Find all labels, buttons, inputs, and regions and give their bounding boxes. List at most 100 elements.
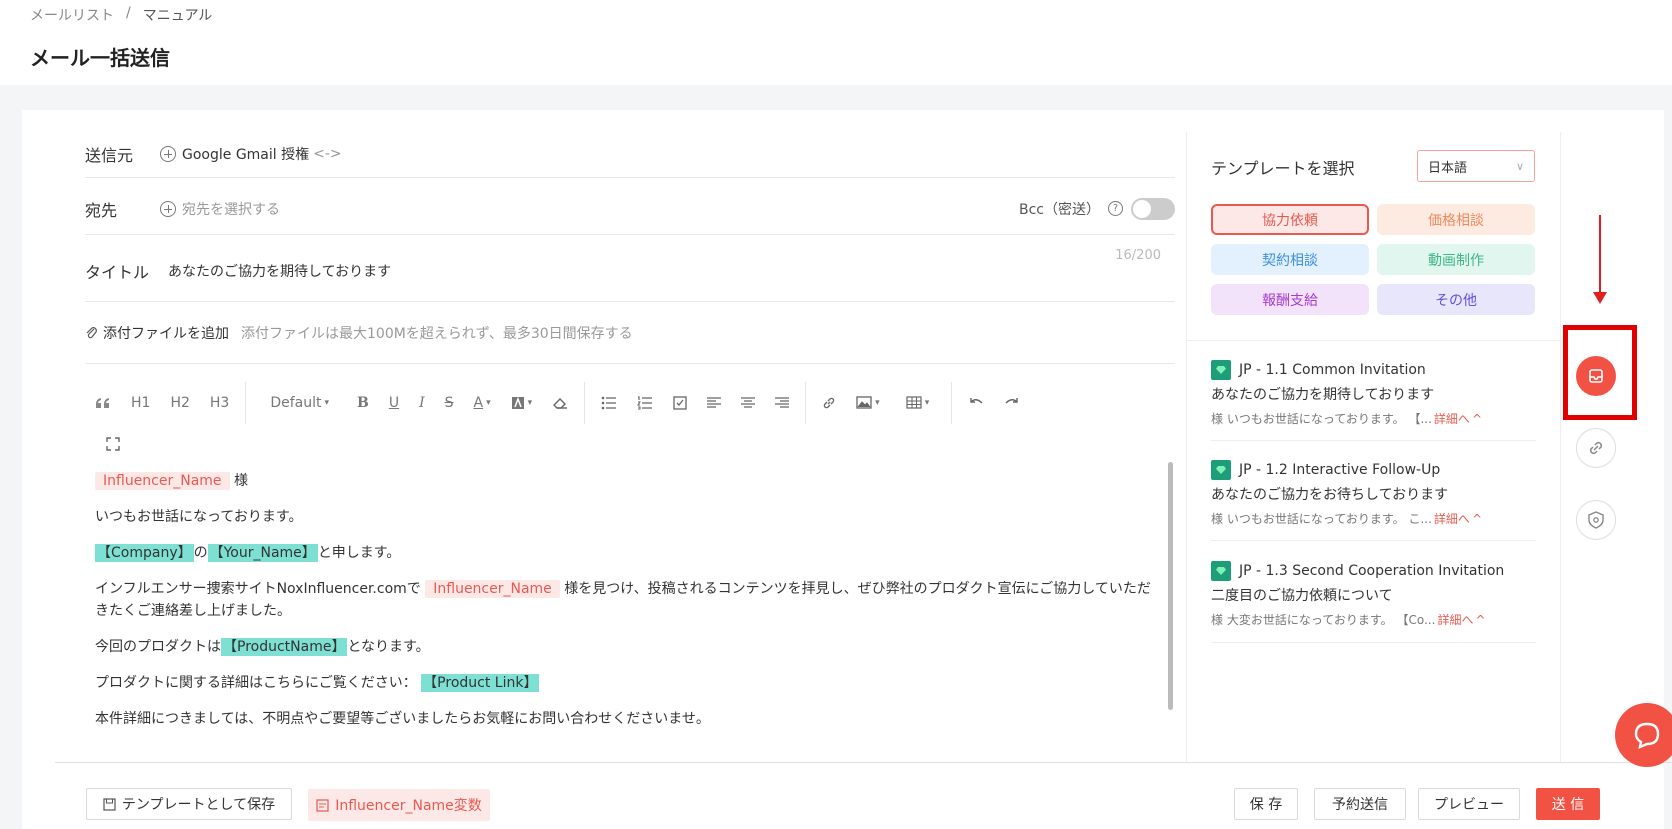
- language-select[interactable]: 日本語 ∨: [1417, 150, 1535, 182]
- numbered-list-icon: [637, 395, 653, 409]
- annotation-arrow: [1599, 215, 1601, 295]
- recipient-row: 宛先 宛先を選択する Bcc（密送） ?: [85, 183, 1175, 235]
- font-size-label: Default: [270, 394, 322, 411]
- background-color-button[interactable]: ▾: [501, 389, 543, 417]
- bcc-toggle[interactable]: [1131, 197, 1175, 220]
- bullet-list-button[interactable]: [591, 389, 627, 417]
- insert-variable-button[interactable]: Influencer_Name変数: [308, 789, 490, 821]
- variable-product-link[interactable]: 【Product Link】: [421, 674, 540, 692]
- quote-button[interactable]: [85, 389, 121, 417]
- editor-paragraph: インフルエンサー捜索サイトNoxInfluencer.comで Influenc…: [95, 578, 1160, 622]
- variable-product-name[interactable]: 【ProductName】: [221, 638, 348, 656]
- strikethrough-button[interactable]: S: [435, 389, 464, 417]
- template-item[interactable]: JP - 1.3 Second Cooperation Invitation 二…: [1211, 561, 1536, 643]
- font-color-button[interactable]: A ▾: [464, 389, 501, 417]
- table-button[interactable]: ▾: [890, 389, 946, 417]
- undo-icon: [970, 397, 983, 404]
- title-label: タイトル: [85, 262, 150, 282]
- checklist-button[interactable]: [663, 389, 697, 417]
- breadcrumb-parent[interactable]: メールリスト: [30, 5, 114, 25]
- underline-icon: U: [388, 394, 400, 411]
- variable-company[interactable]: 【Company】: [95, 544, 194, 562]
- template-detail-link[interactable]: 詳細へ: [1434, 512, 1470, 526]
- underline-button[interactable]: U: [379, 389, 409, 417]
- redo-icon: [1005, 397, 1018, 404]
- editor-toolbar: H1 H2 H3 Default ▾ B U I S A ▾ ▾ ▾ ▾: [85, 380, 1175, 425]
- image-button[interactable]: ▾: [846, 389, 890, 417]
- editor-paragraph: 本件詳細につきましては、不明点やご要望等ございましたらお気軽にお問い合わせくださ…: [95, 708, 1160, 730]
- variable-your-name[interactable]: 【Your_Name】: [207, 544, 318, 562]
- product-suffix: となります。: [347, 639, 430, 655]
- help-icon[interactable]: ?: [1108, 201, 1123, 216]
- greeting-line: いつもお世話になっております。: [95, 509, 303, 525]
- clear-format-button[interactable]: [542, 389, 578, 417]
- align-center-button[interactable]: [731, 389, 765, 417]
- link-panel-button[interactable]: [1576, 428, 1616, 468]
- save-as-template-button[interactable]: テンプレートとして保存: [86, 788, 292, 820]
- template-detail-link[interactable]: 詳細へ: [1437, 613, 1473, 627]
- font-color-icon: A: [473, 394, 484, 411]
- particle-no: の: [193, 545, 208, 561]
- schedule-send-button[interactable]: 予約送信: [1314, 788, 1406, 820]
- category-price[interactable]: 価格相談: [1377, 204, 1535, 235]
- save-icon: [103, 797, 116, 811]
- category-payment[interactable]: 報酬支給: [1211, 284, 1369, 315]
- bcc-group: Bcc（密送） ?: [1019, 197, 1175, 220]
- plus-circle-icon: [160, 200, 176, 217]
- h2-button[interactable]: H2: [160, 389, 199, 417]
- eraser-icon: [553, 397, 568, 409]
- editor-scrollbar[interactable]: [1168, 462, 1173, 710]
- template-preview: 様 大変お世話になっております。 【Co...: [1211, 613, 1436, 627]
- h3-button[interactable]: H3: [200, 389, 239, 417]
- email-body-editor[interactable]: Influencer_Name 様 いつもお世話になっております。 【Compa…: [95, 470, 1160, 744]
- send-button[interactable]: 送 信: [1536, 788, 1600, 820]
- numbered-list-button[interactable]: [627, 389, 663, 417]
- caret-down-icon: ▾: [324, 397, 329, 408]
- bullet-list-icon: [601, 396, 617, 409]
- divider: [1211, 540, 1536, 541]
- align-left-button[interactable]: [697, 389, 731, 417]
- paperclip-icon: [86, 326, 97, 338]
- mention-panel-button[interactable]: [1576, 500, 1616, 540]
- category-contract[interactable]: 契約相談: [1211, 244, 1369, 275]
- h1-button[interactable]: H1: [121, 389, 160, 417]
- chat-support-button[interactable]: [1615, 703, 1672, 767]
- category-cooperation[interactable]: 協力依頼: [1211, 204, 1369, 235]
- template-item[interactable]: JP - 1.2 Interactive Follow-Up あなたのご協力をお…: [1211, 460, 1536, 541]
- add-attachment-button[interactable]: 添付ファイルを追加: [85, 323, 229, 343]
- chevron-up-icon: ^: [1475, 613, 1486, 627]
- font-size-dropdown[interactable]: Default ▾: [252, 389, 347, 417]
- attachment-hint: 添付ファイルは最大100Mを超えられず、最多30日間保存する: [241, 325, 633, 342]
- fullscreen-button[interactable]: [96, 430, 130, 458]
- discovery-prefix: インフルエンサー捜索サイトNoxInfluencer.comで: [95, 581, 421, 597]
- at-shield-icon: [1588, 511, 1604, 529]
- template-detail-link[interactable]: 詳細へ: [1434, 412, 1470, 426]
- attach-row: 添付ファイルを追加 添付ファイルは最大100Mを超えられず、最多30日間保存する: [85, 302, 1175, 364]
- breadcrumb: メールリスト / マニュアル: [30, 5, 212, 25]
- save-button[interactable]: 保 存: [1234, 788, 1298, 820]
- select-recipient-label: 宛先を選択する: [182, 201, 280, 218]
- gmail-auth-button[interactable]: Google Gmail 授権 <->: [160, 144, 342, 164]
- variable-influencer-name[interactable]: Influencer_Name: [95, 472, 230, 490]
- table-icon: [906, 396, 922, 409]
- bold-button[interactable]: B: [347, 389, 379, 417]
- editor-paragraph: Influencer_Name 様: [95, 470, 1160, 492]
- link-button[interactable]: [812, 389, 846, 417]
- redo-button[interactable]: [994, 389, 1030, 417]
- title-input[interactable]: あなたのご協力を期待しております: [168, 261, 391, 281]
- template-panel-title: テンプレートを選択: [1211, 159, 1355, 178]
- italic-button[interactable]: I: [409, 389, 435, 417]
- select-recipient-button[interactable]: 宛先を選択する: [160, 199, 280, 219]
- template-panel-button[interactable]: [1576, 356, 1616, 396]
- link-icon: [1589, 441, 1603, 455]
- variable-influencer-name[interactable]: Influencer_Name: [425, 580, 560, 598]
- category-video[interactable]: 動画制作: [1377, 244, 1535, 275]
- category-other[interactable]: その他: [1377, 284, 1535, 315]
- preview-button[interactable]: プレビュー: [1418, 788, 1520, 820]
- undo-button[interactable]: [958, 389, 994, 417]
- breadcrumb-current: マニュアル: [142, 8, 213, 24]
- align-right-button[interactable]: [765, 389, 799, 417]
- template-item[interactable]: JP - 1.1 Common Invitation あなたのご協力を期待してお…: [1211, 360, 1536, 441]
- align-center-icon: [741, 396, 756, 408]
- title-row: タイトル あなたのご協力を期待しております 16/200: [85, 240, 1175, 302]
